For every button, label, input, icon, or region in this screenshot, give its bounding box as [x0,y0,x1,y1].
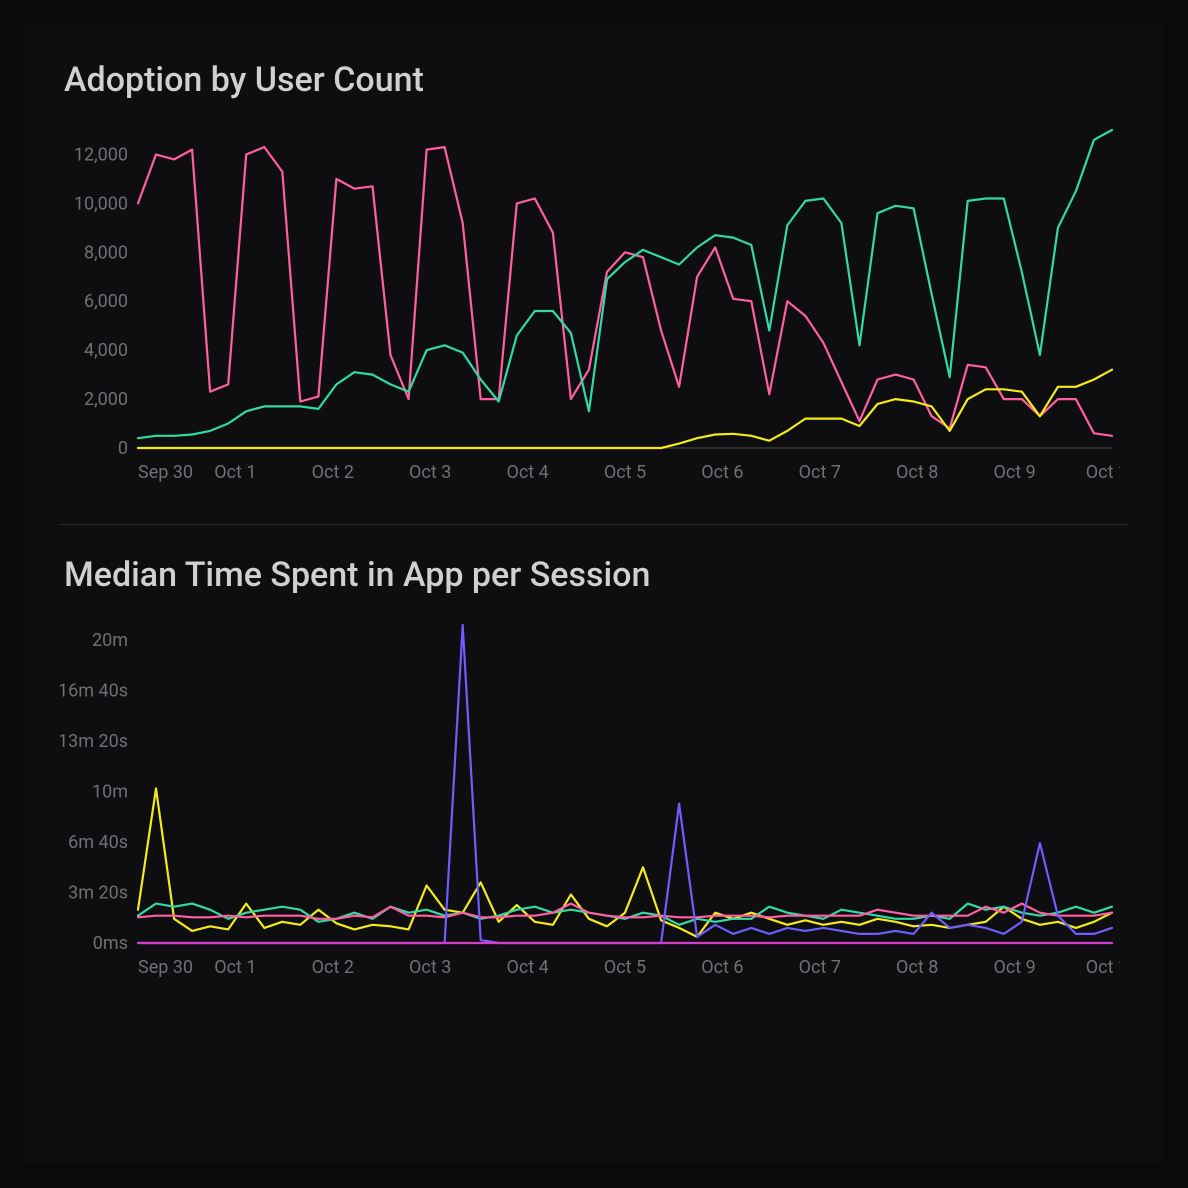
series-series-a [138,147,1112,436]
x-tick-label: Oct 4 [506,957,548,978]
dashboard-card: Adoption by User Count 0 2,000 4,000 6,000 8… [24,24,1164,1164]
chart2-svg: 0ms 3m 20s 6m 40s 10m 13m 20s 16m 40s 20m Sep 3… [60,617,1120,987]
series-series-c [138,370,1112,448]
x-tick-label: Oct 8 [896,462,938,483]
y-tick-label: 2,000 [84,389,128,410]
x-tick-label: Oct 4 [506,462,548,483]
y-tick-label: 13m 20s [60,731,128,752]
x-tick-label: Oct 9 [993,462,1035,483]
x-tick-label: Oct 1 [214,462,256,483]
chart2: 0ms 3m 20s 6m 40s 10m 13m 20s 16m 40s 20m Sep 3… [60,617,1128,991]
chart1: 0 2,000 4,000 6,000 8,000 10,000 12,000 Sep 30 O… [60,122,1128,496]
y-tick-label: 20m [92,630,128,651]
y-tick-label: 6,000 [84,291,128,312]
divider [60,524,1128,525]
x-tick-label: Oct 9 [993,957,1035,978]
chart1-title: Adoption by User Count [64,60,1128,100]
y-tick-label: 4,000 [84,340,128,361]
x-tick-label: Oct 3 [409,462,451,483]
y-tick-label: 0 [118,438,128,459]
y-tick-label: 3m 20s [68,883,128,904]
y-tick-label: 6m 40s [68,832,128,853]
x-tick-label: Sep 30 [138,957,193,978]
chart1-svg: 0 2,000 4,000 6,000 8,000 10,000 12,000 Sep 30 O… [60,122,1120,492]
y-tick-label: 16m 40s [60,681,128,702]
y-tick-label: 0ms [93,933,128,954]
x-tick-label: Oct 5 [604,957,646,978]
y-tick-label: 10m [92,782,128,803]
x-tick-label: Oct 6 [701,957,743,978]
x-tick-label: Oct 2 [312,957,354,978]
x-tick-label: Oct 10 [1086,462,1120,483]
x-tick-label: Sep 30 [138,462,193,483]
y-tick-label: 12,000 [74,144,128,165]
x-tick-label: Oct 1 [214,957,256,978]
x-tick-label: Oct 6 [701,462,743,483]
x-tick-label: Oct 5 [604,462,646,483]
x-tick-label: Oct 10 [1086,957,1120,978]
x-tick-label: Oct 8 [896,957,938,978]
y-tick-label: 10,000 [74,193,128,214]
chart2-title: Median Time Spent in App per Session [64,555,1128,595]
series-series-purple [138,625,1112,943]
y-tick-label: 8,000 [84,242,128,263]
x-tick-label: Oct 7 [799,462,841,483]
x-tick-label: Oct 3 [409,957,451,978]
x-tick-label: Oct 2 [312,462,354,483]
x-tick-label: Oct 7 [799,957,841,978]
series-series-b [138,130,1112,438]
